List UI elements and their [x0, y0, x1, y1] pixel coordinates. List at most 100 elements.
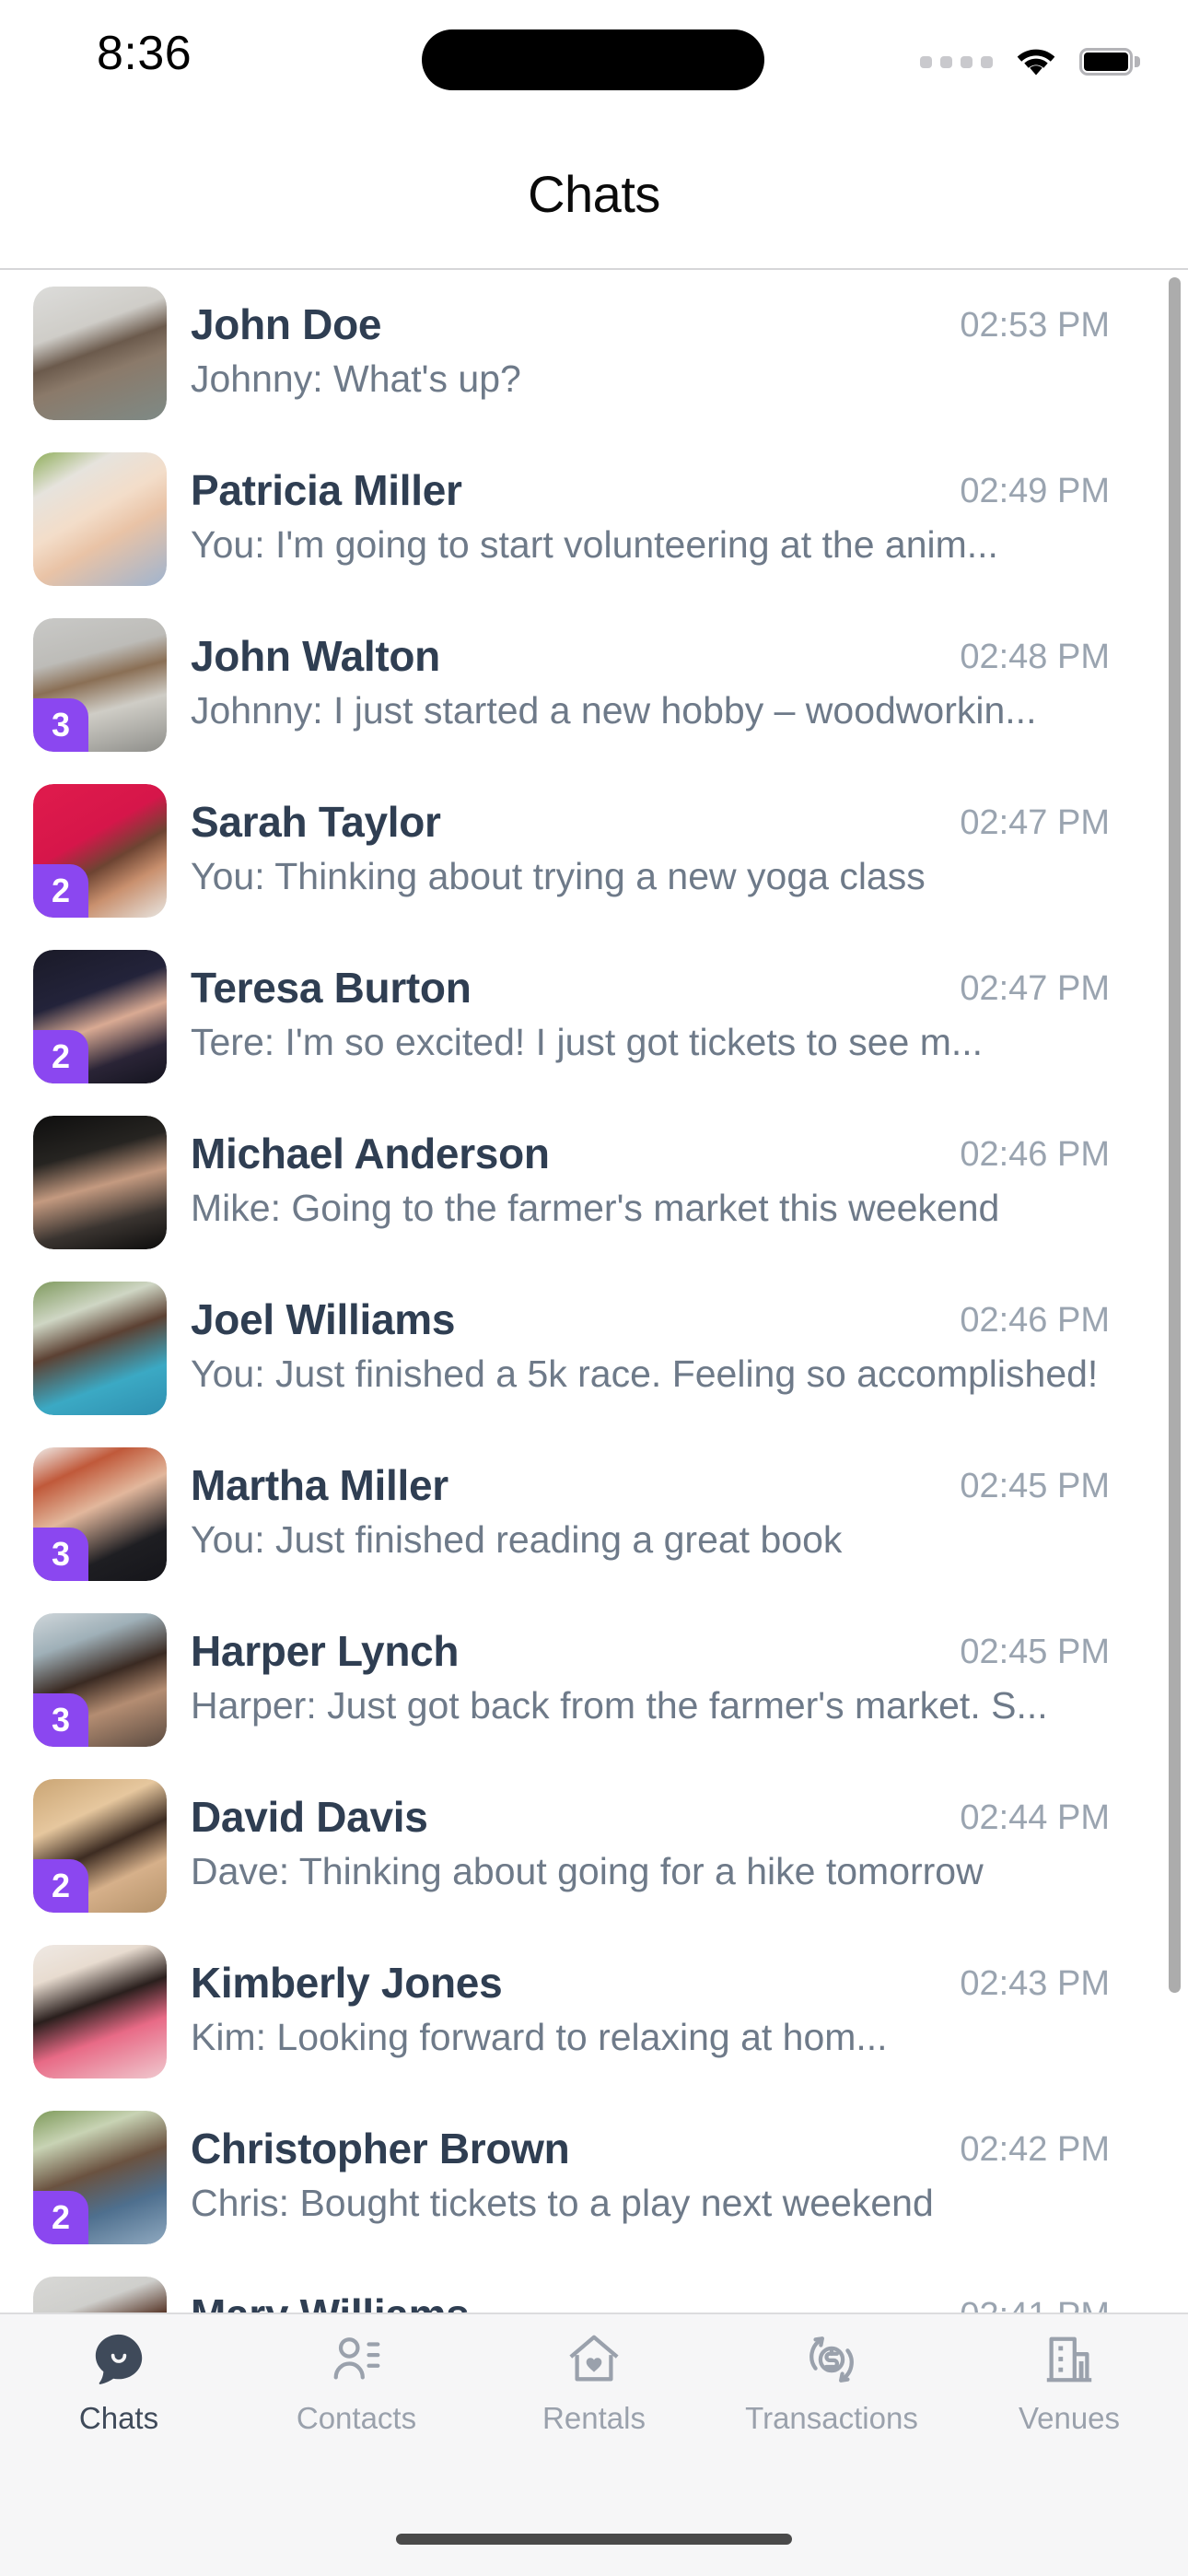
- tab-label: Contacts: [296, 2401, 417, 2435]
- chat-contact-name: Christopher Brown: [191, 2125, 570, 2172]
- chat-list-item[interactable]: 2 Sarah Taylor 02:47 PM You: Thinking about…: [0, 767, 1188, 933]
- avatar[interactable]: 2: [33, 2111, 167, 2244]
- chat-message-preview: Harper: Just got back from the farmer's …: [191, 1684, 1048, 1727]
- avatar-image: [33, 452, 167, 586]
- cellular-dots-icon: [920, 55, 993, 68]
- chat-message-preview: You: Thinking about trying a new yoga cl…: [191, 855, 926, 897]
- bottom-tab-bar: Chats Contacts Rentals Transactions Venues: [0, 2313, 1188, 2576]
- avatar[interactable]: 3: [33, 618, 167, 752]
- avatar[interactable]: 2: [33, 950, 167, 1083]
- chat-contact-name: Patricia Miller: [191, 466, 462, 514]
- chat-list-item[interactable]: 3 John Walton 02:48 PM Johnny: I just start…: [0, 602, 1188, 767]
- unread-badge: 3: [33, 1693, 88, 1747]
- chat-timestamp: 02:46 PM: [960, 1135, 1110, 1174]
- chat-timestamp: 02:47 PM: [960, 969, 1110, 1008]
- avatar[interactable]: 2: [33, 784, 167, 918]
- chat-message-preview: Dave: Thinking about going for a hike to…: [191, 1850, 984, 1892]
- chat-contact-name: Mary Williams: [191, 2288, 469, 2313]
- avatar-image: [33, 2277, 167, 2313]
- tab-label: Transactions: [745, 2401, 918, 2435]
- wifi-icon: [1017, 49, 1055, 76]
- unread-badge: 3: [33, 698, 88, 752]
- contacts-person-icon: [328, 2331, 385, 2388]
- chat-contact-name: Teresa Burton: [191, 964, 472, 1012]
- chat-list-item[interactable]: 2 Christopher Brown 02:42 PM Chris: Bought …: [0, 2094, 1188, 2260]
- avatar[interactable]: [33, 287, 167, 420]
- unread-badge: 2: [33, 2191, 88, 2244]
- chat-message-preview: Johnny: What's up?: [191, 357, 521, 400]
- unread-badge: 2: [33, 1859, 88, 1913]
- chat-timestamp: 02:43 PM: [960, 1964, 1110, 2003]
- chat-contact-name: Sarah Taylor: [191, 798, 441, 846]
- battery-full-icon: [1079, 48, 1140, 76]
- chat-message-preview: Tere: I'm so excited! I just got tickets…: [191, 1021, 984, 1063]
- chat-timestamp: 02:48 PM: [960, 638, 1110, 676]
- avatar[interactable]: [33, 1282, 167, 1415]
- avatar[interactable]: 3: [33, 1613, 167, 1747]
- house-heart-icon: [565, 2331, 623, 2388]
- chat-timestamp: 02:44 PM: [960, 1798, 1110, 1837]
- tab-chats[interactable]: Chats: [0, 2331, 238, 2489]
- chat-list-item[interactable]: 2 Teresa Burton 02:47 PM Tere: I'm so excit…: [0, 933, 1188, 1099]
- tab-venues[interactable]: Venues: [950, 2331, 1188, 2489]
- unread-badge: 2: [33, 864, 88, 918]
- chat-contact-name: David Davis: [191, 1793, 428, 1841]
- avatar[interactable]: [33, 1116, 167, 1249]
- chat-message-preview: Mike: Going to the farmer's market this …: [191, 1187, 1000, 1229]
- chat-message-preview: Kim: Looking forward to relaxing at hom.…: [191, 2016, 888, 2058]
- avatar[interactable]: 3: [33, 1447, 167, 1581]
- chat-message-preview: Johnny: I just started a new hobby – woo…: [191, 689, 1037, 732]
- chat-contact-name: Joel Williams: [191, 1295, 456, 1343]
- chat-list-item[interactable]: 2 David Davis 02:44 PM Dave: Thinking about…: [0, 1762, 1188, 1928]
- chat-contact-name: Harper Lynch: [191, 1627, 460, 1675]
- home-indicator: [396, 2534, 792, 2545]
- avatar[interactable]: [33, 2277, 167, 2313]
- status-bar-indicators: [920, 39, 1140, 85]
- tab-transactions[interactable]: Transactions: [713, 2331, 950, 2489]
- chat-contact-name: John Walton: [191, 632, 440, 680]
- buildings-icon: [1041, 2331, 1098, 2388]
- chat-bubble-icon: [90, 2331, 147, 2388]
- avatar[interactable]: [33, 452, 167, 586]
- status-bar-time: 8:36: [97, 27, 192, 80]
- chat-list-item[interactable]: 3 Harper Lynch 02:45 PM Harper: Just got ba…: [0, 1597, 1188, 1762]
- chat-contact-name: Michael Anderson: [191, 1130, 550, 1177]
- tab-rentals[interactable]: Rentals: [475, 2331, 713, 2489]
- avatar[interactable]: 2: [33, 1779, 167, 1913]
- chat-message-preview: You: Just finished reading a great book: [191, 1518, 843, 1561]
- chat-list-item[interactable]: Patricia Miller 02:49 PM You: I'm going to…: [0, 436, 1188, 602]
- phone-screen: 8:36 Chats John Doe 02:53 PM Johnny: What'…: [0, 0, 1188, 2576]
- unread-badge: 2: [33, 1030, 88, 1083]
- chat-timestamp: 02:46 PM: [960, 1301, 1110, 1340]
- chat-list[interactable]: John Doe 02:53 PM Johnny: What's up? Patric…: [0, 270, 1188, 2313]
- page-title: Chats: [528, 165, 660, 223]
- tab-label: Venues: [1018, 2401, 1121, 2435]
- tab-label: Rentals: [542, 2401, 646, 2435]
- chat-list-item[interactable]: Mary Williams 02:41 PM: [0, 2260, 1188, 2313]
- dollar-refresh-icon: [803, 2331, 860, 2388]
- chat-contact-name: Kimberly Jones: [191, 1959, 503, 2007]
- chat-list-item[interactable]: 3 Martha Miller 02:45 PM You: Just finished…: [0, 1431, 1188, 1597]
- tab-contacts[interactable]: Contacts: [238, 2331, 475, 2489]
- chat-contact-name: John Doe: [191, 300, 382, 348]
- chat-contact-name: Martha Miller: [191, 1461, 448, 1509]
- chat-timestamp: 02:45 PM: [960, 1467, 1110, 1505]
- chat-list-item[interactable]: John Doe 02:53 PM Johnny: What's up?: [0, 270, 1188, 436]
- chat-timestamp: 02:49 PM: [960, 472, 1110, 510]
- dynamic-island: [422, 29, 764, 90]
- chat-timestamp: 02:47 PM: [960, 803, 1110, 842]
- chat-list-item[interactable]: Michael Anderson 02:46 PM Mike: Going to t…: [0, 1099, 1188, 1265]
- chat-message-preview: Chris: Bought tickets to a play next wee…: [191, 2182, 934, 2224]
- avatar[interactable]: [33, 1945, 167, 2078]
- app-header: Chats: [0, 129, 1188, 270]
- chat-list-item[interactable]: Kimberly Jones 02:43 PM Kim: Looking forwa…: [0, 1928, 1188, 2094]
- list-scrollbar[interactable]: [1169, 277, 1181, 1993]
- avatar-image: [33, 1116, 167, 1249]
- avatar-image: [33, 1282, 167, 1415]
- chat-timestamp: 02:42 PM: [960, 2130, 1110, 2169]
- chat-list-item[interactable]: Joel Williams 02:46 PM You: Just finished …: [0, 1265, 1188, 1431]
- chat-message-preview: You: Just finished a 5k race. Feeling so…: [191, 1352, 1099, 1395]
- chat-timestamp: 02:41 PM: [960, 2291, 1110, 2313]
- status-bar: 8:36: [0, 0, 1188, 129]
- avatar-image: [33, 1945, 167, 2078]
